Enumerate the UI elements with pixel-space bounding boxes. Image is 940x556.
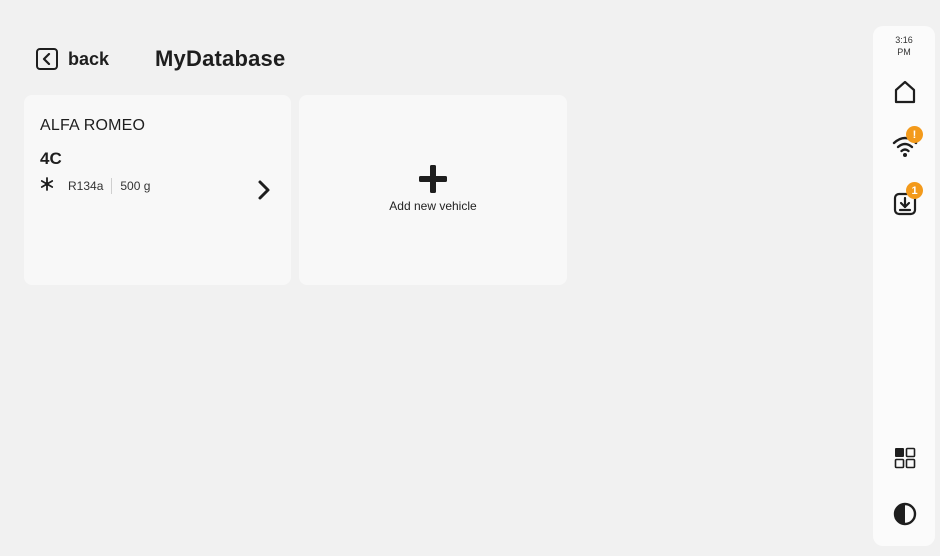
vehicle-make: ALFA ROMEO [40,117,146,134]
refrigerant-amount: 500 g [120,179,151,193]
side-rail: 3:16 PM ! 1 [873,26,935,546]
wifi-badge: ! [906,126,923,143]
wifi-button[interactable]: ! [891,126,923,160]
spec-divider [111,178,113,194]
chevron-left-icon [36,48,58,70]
clock-ampm: PM [897,47,911,57]
plus-icon [419,165,447,193]
download-button[interactable]: 1 [891,182,923,218]
contrast-icon[interactable] [891,500,919,528]
grid-icon[interactable] [891,444,919,472]
download-badge: 1 [906,182,923,199]
chevron-right-icon [258,180,270,200]
snowflake-icon [40,177,56,195]
vehicle-model: 4C [40,149,62,168]
add-vehicle-button[interactable]: Add new vehicle [299,95,567,285]
vehicle-card[interactable]: ALFA ROMEO 4C R134a 500 g [24,95,291,285]
back-button[interactable]: back [36,48,109,70]
refrigerant-type: R134a [68,179,104,193]
vehicle-spec: R134a 500 g [40,177,275,195]
page-title: MyDatabase [155,46,286,71]
back-label: back [68,48,110,69]
screen: back MyDatabase ALFA ROMEO 4C R134a 500 … [0,0,940,556]
clock: 3:16 PM [873,34,935,58]
header: back MyDatabase [36,44,285,74]
clock-time: 3:16 [895,35,913,45]
home-icon[interactable] [891,78,919,106]
add-vehicle-label: Add new vehicle [389,199,477,213]
